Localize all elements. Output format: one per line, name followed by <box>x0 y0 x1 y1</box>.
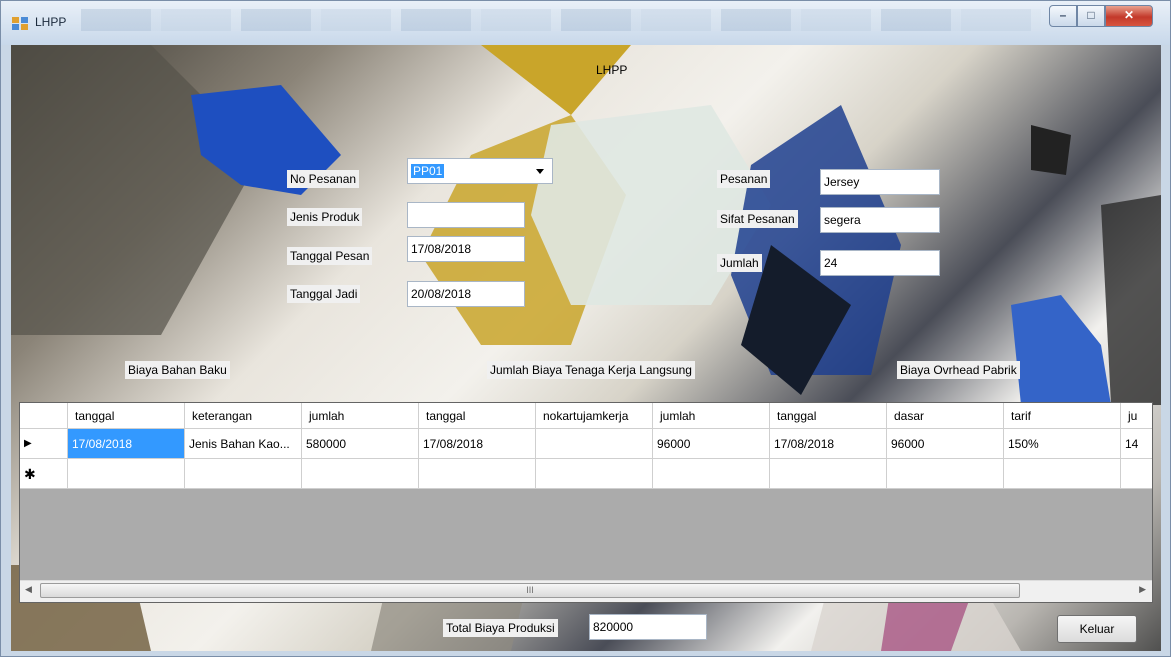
sifat-pesanan-field[interactable]: segera <box>820 207 940 233</box>
horizontal-scrollbar[interactable]: ◀ III ▶ <box>20 580 1152 602</box>
pesanan-label: Pesanan <box>717 170 771 188</box>
data-grid[interactable]: tanggal keterangan jumlah tanggal nokart… <box>19 402 1153 603</box>
table-cell[interactable] <box>68 459 185 489</box>
scroll-left-icon[interactable]: ◀ <box>25 584 32 595</box>
scrollbar-thumb[interactable]: III <box>40 583 1020 598</box>
grid-corner-header <box>20 403 68 429</box>
scroll-grip-icon: III <box>526 585 534 595</box>
column-header[interactable]: ju <box>1121 403 1152 429</box>
table-cell[interactable] <box>185 459 302 489</box>
total-biaya-produksi-field[interactable]: 820000 <box>589 614 707 640</box>
table-cell[interactable] <box>419 459 536 489</box>
title-bar: LHPP – □ ✕ <box>1 1 1170 45</box>
biaya-overhead-label: Biaya Ovrhead Pabrik <box>897 361 1020 379</box>
close-icon: ✕ <box>1123 8 1135 22</box>
pesanan-field[interactable]: Jersey <box>820 169 940 195</box>
close-button[interactable]: ✕ <box>1105 5 1153 27</box>
scroll-right-icon[interactable]: ▶ <box>1139 584 1146 595</box>
table-cell[interactable]: 150% <box>1004 429 1121 459</box>
tanggal-pesan-label: Tanggal Pesan <box>287 247 373 265</box>
no-pesanan-combobox[interactable]: PP01 <box>407 158 553 184</box>
table-cell[interactable]: 17/08/2018 <box>419 429 536 459</box>
column-header[interactable]: tanggal <box>419 403 536 429</box>
new-row-indicator-icon[interactable]: ✱ <box>20 459 68 489</box>
table-cell[interactable] <box>536 429 653 459</box>
form-heading: LHPP <box>596 63 628 77</box>
column-header[interactable]: nokartujamkerja <box>536 403 653 429</box>
main-window: LHPP – □ ✕ LHPP No Pesanan PP01 Jenis Pr… <box>0 0 1171 657</box>
keluar-button[interactable]: Keluar <box>1057 615 1137 643</box>
current-row-indicator-icon[interactable]: ▶ <box>20 429 68 459</box>
tanggal-pesan-field[interactable]: 17/08/2018 <box>407 236 525 262</box>
no-pesanan-label: No Pesanan <box>287 170 360 188</box>
sifat-pesanan-label: Sifat Pesanan <box>717 210 798 228</box>
column-header[interactable]: dasar <box>887 403 1004 429</box>
table-cell[interactable]: 580000 <box>302 429 419 459</box>
column-header[interactable]: jumlah <box>653 403 770 429</box>
table-cell[interactable]: Jenis Bahan Kao... <box>185 429 302 459</box>
jumlah-field[interactable]: 24 <box>820 250 940 276</box>
window-app-icon <box>12 17 28 30</box>
jenis-produk-field[interactable] <box>407 202 525 228</box>
biaya-tenaga-kerja-label: Jumlah Biaya Tenaga Kerja Langsung <box>487 361 695 379</box>
table-cell[interactable] <box>302 459 419 489</box>
column-header[interactable]: tarif <box>1004 403 1121 429</box>
table-cell[interactable] <box>1121 459 1152 489</box>
tanggal-jadi-field[interactable]: 20/08/2018 <box>407 281 525 307</box>
window-title: LHPP <box>35 15 67 29</box>
table-cell[interactable] <box>536 459 653 489</box>
jenis-produk-label: Jenis Produk <box>287 208 363 226</box>
table-cell[interactable]: 96000 <box>887 429 1004 459</box>
tanggal-jadi-label: Tanggal Jadi <box>287 285 361 303</box>
table-cell[interactable] <box>653 459 770 489</box>
no-pesanan-value: PP01 <box>411 164 445 178</box>
biaya-bahan-baku-label: Biaya Bahan Baku <box>125 361 230 379</box>
table-cell[interactable]: 96000 <box>653 429 770 459</box>
table-cell[interactable]: 17/08/2018 <box>770 429 887 459</box>
column-header[interactable]: jumlah <box>302 403 419 429</box>
minimize-button[interactable]: – <box>1049 5 1077 27</box>
table-cell[interactable] <box>770 459 887 489</box>
total-biaya-produksi-label: Total Biaya Produksi <box>443 619 558 637</box>
column-header[interactable]: tanggal <box>68 403 185 429</box>
table-cell[interactable]: 14 <box>1121 429 1152 459</box>
maximize-icon: □ <box>1087 8 1095 22</box>
table-cell[interactable]: 17/08/2018 <box>68 429 185 459</box>
table-cell[interactable] <box>887 459 1004 489</box>
column-header[interactable]: tanggal <box>770 403 887 429</box>
column-header[interactable]: keterangan <box>185 403 302 429</box>
chevron-down-icon[interactable] <box>536 169 544 174</box>
title-bar-background-tabs <box>81 9 1041 31</box>
table-cell[interactable] <box>1004 459 1121 489</box>
form-client-area: LHPP No Pesanan PP01 Jenis Produk Tangga… <box>11 45 1161 651</box>
minimize-icon: – <box>1059 8 1067 22</box>
maximize-button[interactable]: □ <box>1077 5 1105 27</box>
jumlah-label: Jumlah <box>717 254 762 272</box>
